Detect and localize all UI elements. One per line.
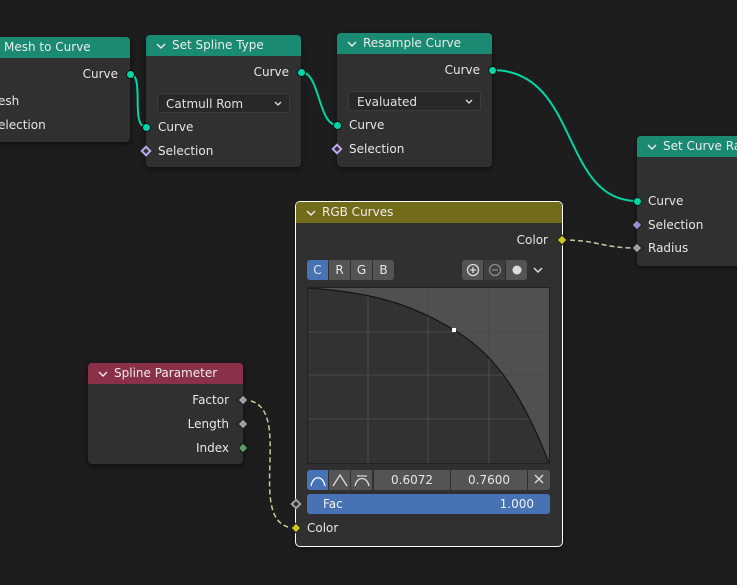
set-spline-type-node[interactable]: Set Spline Type Curve Catmull Rom Curve … — [146, 35, 301, 167]
node-header[interactable]: Set Spline Type — [146, 35, 301, 56]
chevron-down-icon — [274, 101, 282, 106]
node-header[interactable]: RGB Curves — [296, 202, 562, 223]
fac-value: 1.000 — [499, 497, 534, 511]
chevron-down-icon[interactable] — [98, 369, 108, 379]
dropdown-value: Catmull Rom — [166, 97, 244, 111]
input-selection-label: Selection — [349, 142, 405, 156]
delete-point-button[interactable] — [528, 470, 550, 490]
input-color-label: Color — [307, 521, 339, 535]
channel-tab-b[interactable]: B — [373, 260, 394, 280]
node-title: Mesh to Curve — [4, 40, 91, 54]
zoom-in-icon — [466, 263, 479, 277]
node-title: Spline Parameter — [114, 366, 218, 380]
curve-graph[interactable] — [308, 288, 549, 463]
output-index-label: Index — [195, 441, 229, 455]
node-title: Resample Curve — [363, 36, 462, 50]
node-header[interactable]: Resample Curve — [337, 33, 492, 54]
chevron-down-icon[interactable] — [347, 39, 357, 49]
input-mesh-label: esh — [0, 94, 20, 108]
chevron-down-icon[interactable] — [647, 142, 657, 152]
chevron-down-icon[interactable] — [306, 208, 316, 218]
point-x-field[interactable]: 0.6072 — [374, 470, 450, 490]
handle-vector-icon — [331, 473, 348, 487]
link-factor-to-color — [242, 399, 297, 529]
input-selection-label: Selection — [158, 144, 214, 158]
handle-auto-icon — [309, 477, 326, 487]
link-mesh-to-spline — [129, 73, 147, 128]
input-radius-label: Radius — [648, 241, 689, 255]
mesh-to-curve-output-socket[interactable] — [126, 70, 135, 79]
node-title: Set Spline Type — [172, 38, 264, 52]
fac-label: Fac — [323, 497, 343, 511]
zoom-in-button[interactable] — [462, 260, 483, 280]
resample-curve-node[interactable]: Resample Curve Curve Evaluated Curve Sel… — [337, 33, 492, 167]
fac-slider[interactable]: Fac 1.000 — [307, 494, 550, 514]
channel-tab-c[interactable]: C — [307, 260, 328, 280]
resample-mode-dropdown[interactable]: Evaluated — [348, 91, 481, 111]
set-curve-radius-node[interactable]: Set Curve Ra Curve Selection Radius — [637, 136, 737, 266]
input-curve-label: Curve — [158, 120, 194, 134]
input-curve-label: Curve — [648, 194, 684, 208]
channel-tab-r[interactable]: R — [329, 260, 350, 280]
resample-input-curve-socket[interactable] — [333, 121, 342, 130]
clipping-button[interactable] — [506, 260, 527, 280]
node-header[interactable]: Set Curve Ra — [637, 136, 737, 157]
chevron-down-icon — [533, 267, 543, 274]
zoom-out-button[interactable] — [484, 260, 505, 280]
set-spline-output-socket[interactable] — [297, 68, 306, 77]
spline-type-dropdown[interactable]: Catmull Rom — [157, 93, 290, 113]
input-curve-label: Curve — [349, 118, 385, 132]
dot-icon — [512, 265, 521, 275]
output-color-label: Color — [516, 233, 548, 247]
input-selection-label: Selection — [648, 218, 704, 232]
output-factor-label: Factor — [192, 393, 229, 407]
handle-vector-button[interactable] — [329, 470, 350, 490]
link-color-to-radius — [561, 239, 638, 249]
mesh-to-curve-node[interactable]: Mesh to Curve Curve esh election — [0, 37, 130, 142]
resample-output-socket[interactable] — [488, 66, 497, 75]
link-spline-to-resample — [300, 71, 338, 126]
rgb-curves-node[interactable]: RGB Curves Color C R G B 0.6072 0.7600 F… — [296, 202, 562, 546]
set-spline-input-curve-socket[interactable] — [142, 123, 151, 132]
close-icon — [534, 474, 544, 484]
dropdown-value: Evaluated — [357, 95, 418, 109]
output-curve-label: Curve — [82, 67, 118, 81]
handle-clamped-button[interactable] — [351, 470, 372, 490]
curve-editor[interactable] — [307, 287, 550, 464]
output-length-label: Length — [187, 417, 229, 431]
input-selection-label: election — [0, 118, 46, 132]
curve-control-point — [452, 328, 456, 332]
output-curve-label: Curve — [253, 65, 289, 79]
point-y-field[interactable]: 0.7600 — [451, 470, 527, 490]
curve-options-dropdown[interactable] — [528, 260, 548, 280]
link-resample-to-radius — [491, 69, 638, 202]
node-title: Set Curve Ra — [663, 139, 737, 153]
handle-auto-button[interactable] — [307, 470, 328, 490]
node-title: RGB Curves — [322, 205, 394, 219]
handle-clamped-icon — [353, 475, 370, 487]
spline-parameter-node[interactable]: Spline Parameter Factor Length Index — [88, 363, 243, 464]
radius-input-curve-socket[interactable] — [633, 197, 642, 206]
node-header[interactable]: Mesh to Curve — [0, 37, 130, 58]
channel-tab-g[interactable]: G — [351, 260, 372, 280]
output-curve-label: Curve — [444, 63, 480, 77]
chevron-down-icon[interactable] — [156, 41, 166, 51]
zoom-out-icon — [488, 263, 501, 277]
chevron-down-icon — [465, 99, 473, 104]
node-header[interactable]: Spline Parameter — [88, 363, 243, 384]
